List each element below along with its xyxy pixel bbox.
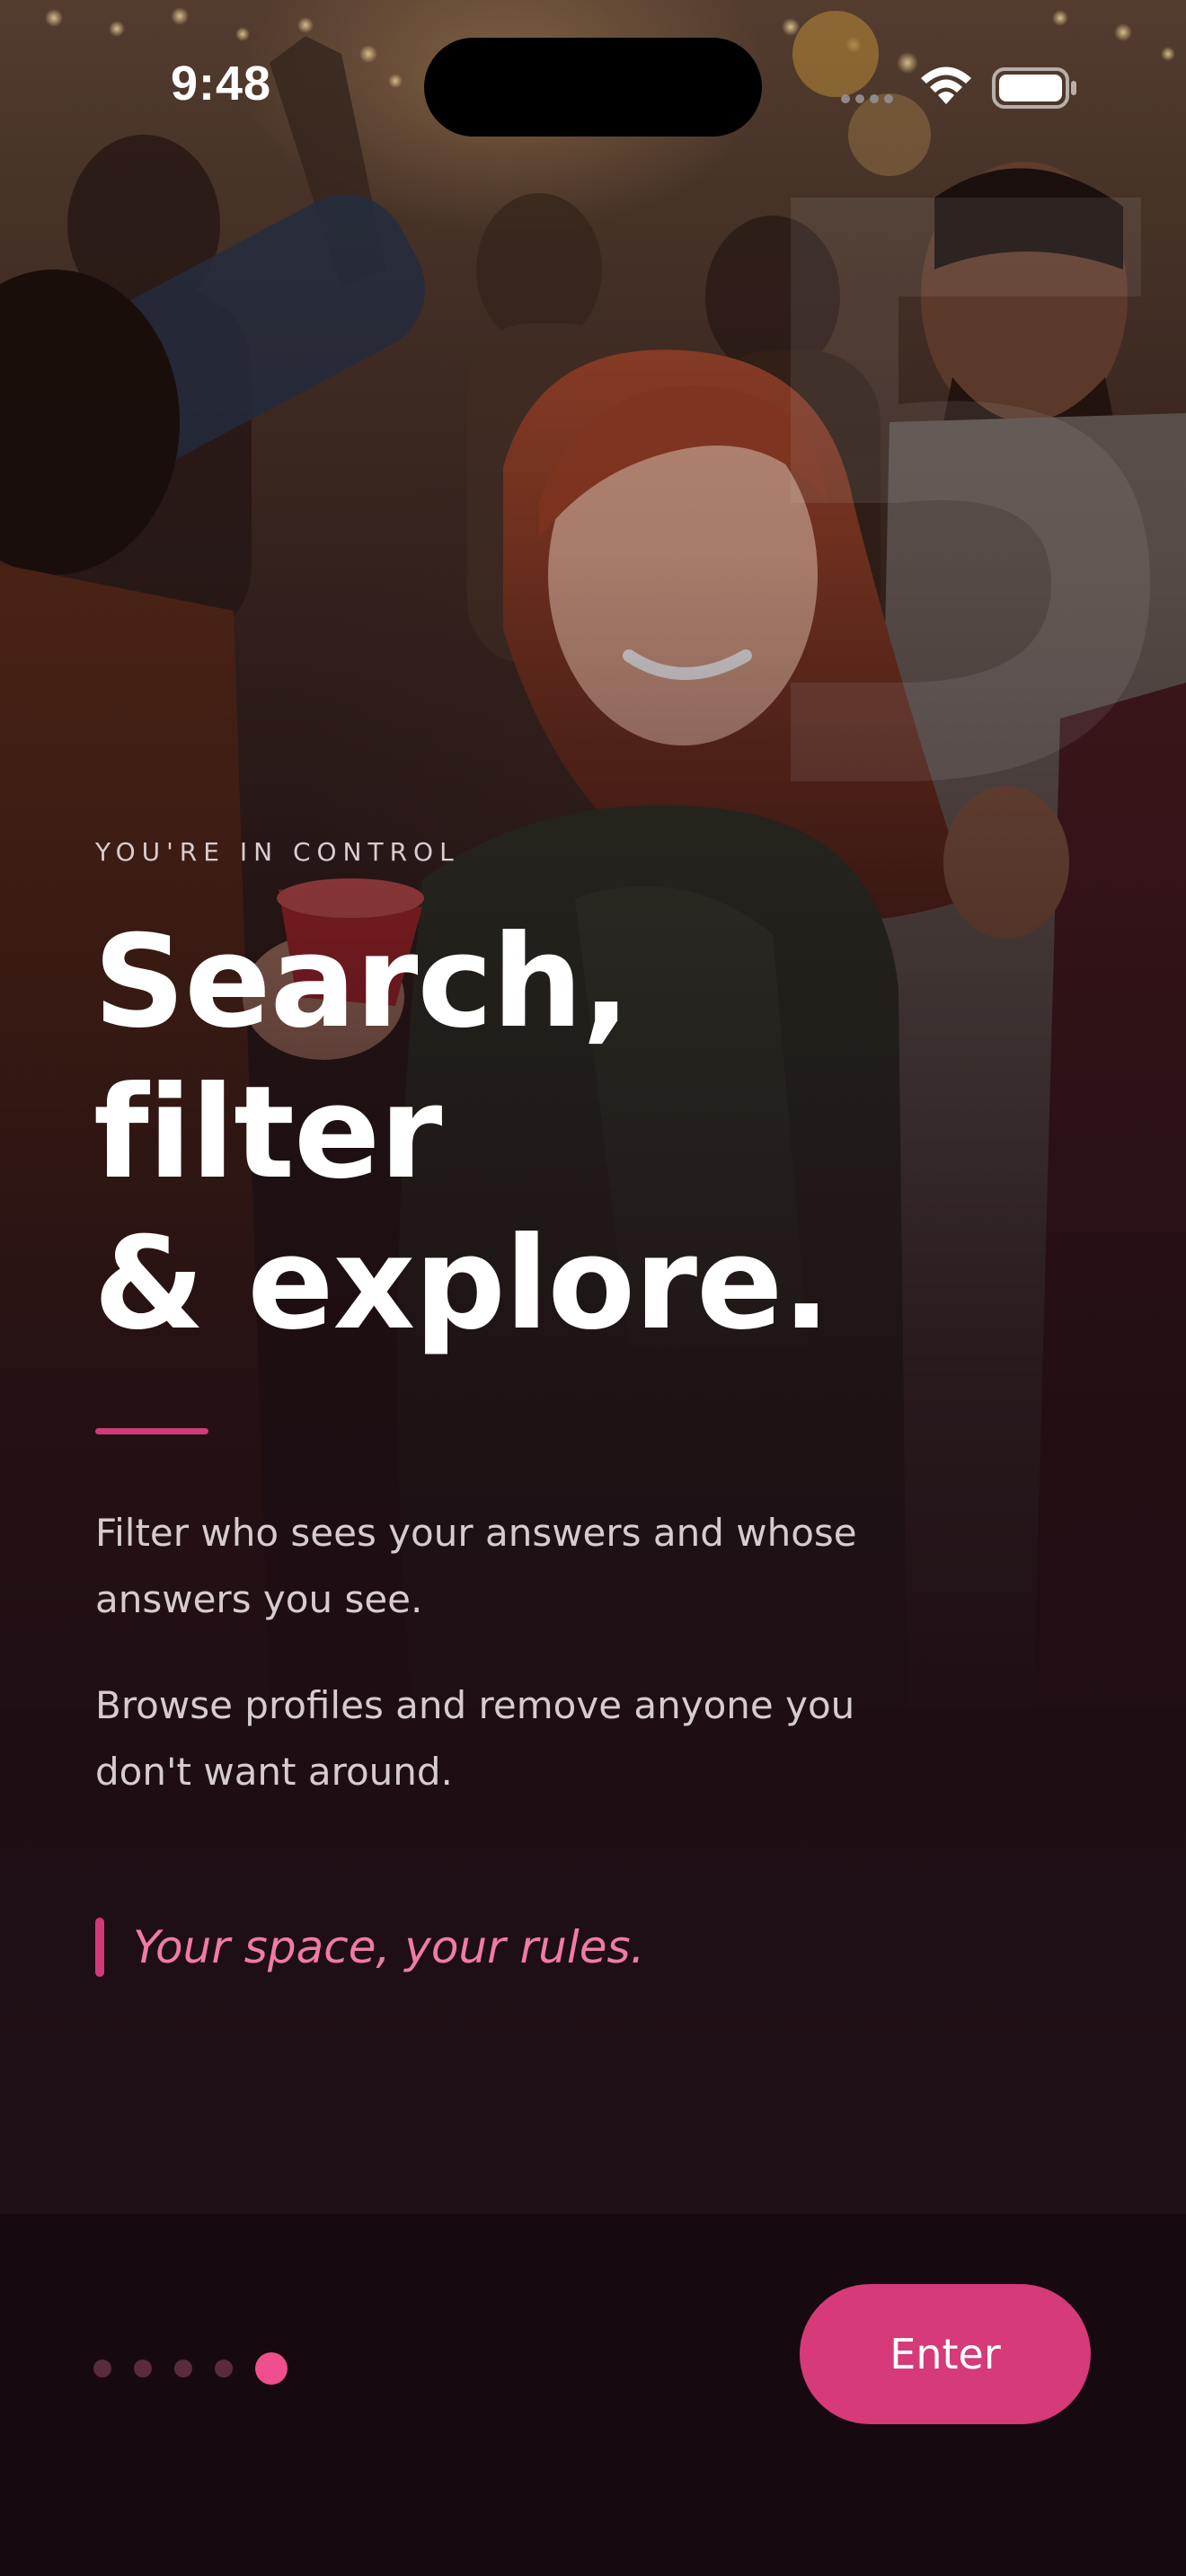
page-indicator: [93, 2351, 288, 2386]
eyebrow-label: YOU'RE IN CONTROL: [95, 837, 460, 867]
page-dot[interactable]: [134, 2360, 152, 2378]
tagline-text: Your space, your rules.: [133, 1921, 645, 1973]
page-dot-active[interactable]: [255, 2352, 288, 2385]
headline-line: & explore.: [93, 1210, 830, 1358]
enter-button[interactable]: Enter: [800, 2284, 1091, 2424]
page-dot[interactable]: [93, 2360, 111, 2378]
status-time: 9:48: [171, 57, 272, 110]
bottom-navigation-bar: Enter: [0, 2214, 1186, 2576]
page-dot[interactable]: [215, 2360, 233, 2378]
headline-line: filter: [93, 1059, 442, 1207]
status-bar: 9:48: [0, 0, 1186, 171]
tagline-quote: Your space, your rules.: [95, 1917, 644, 1978]
body-paragraph: Browse profiles and remove anyone you do…: [95, 1683, 855, 1794]
accent-divider: [95, 1428, 208, 1434]
body-paragraph: Filter who sees your answers and whose a…: [95, 1511, 857, 1621]
quote-accent-bar: [95, 1918, 104, 1977]
headline-line: Search,: [93, 908, 631, 1056]
signal-dots-icon: [841, 94, 893, 103]
dynamic-island: [424, 38, 762, 137]
onboarding-screen: 9:48 YOU'RE IN CONTROL Search, filter & …: [0, 0, 1186, 2576]
headline: Search, filter & explore.: [93, 907, 830, 1360]
wifi-icon: [921, 66, 971, 104]
brand-watermark-shape: [791, 198, 1150, 781]
page-dot[interactable]: [174, 2360, 192, 2378]
battery-icon: [992, 67, 1076, 109]
